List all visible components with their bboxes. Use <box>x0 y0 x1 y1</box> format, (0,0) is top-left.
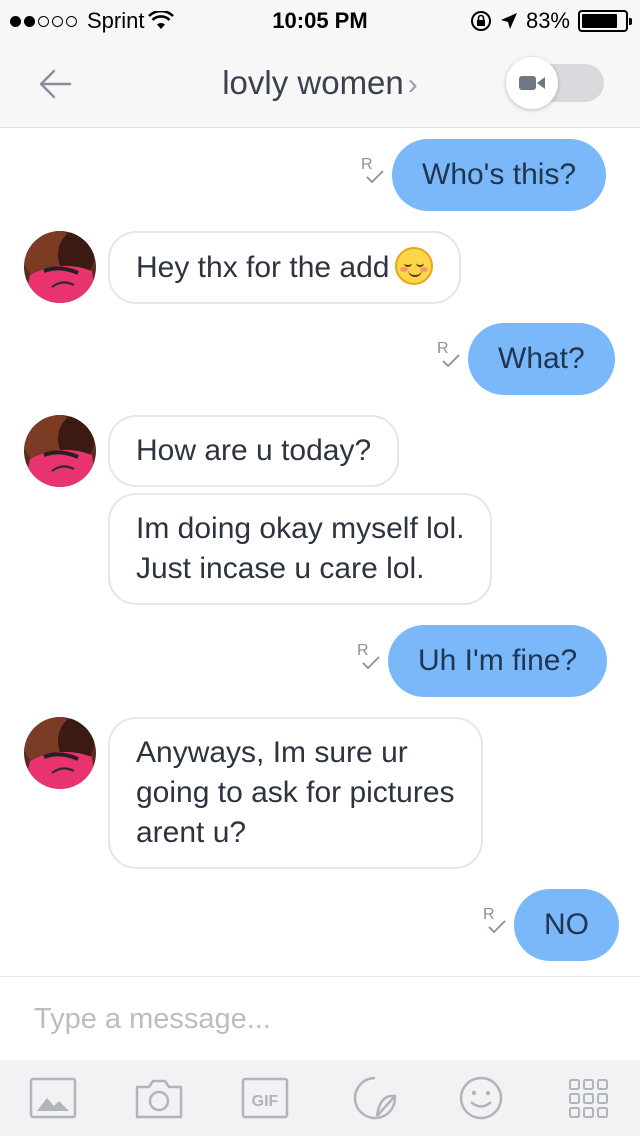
message-bubble-outgoing[interactable]: Uh I'm fine? <box>388 625 608 697</box>
svg-text:R: R <box>357 642 369 659</box>
media-toolbar: GIF <box>0 1060 640 1136</box>
more-apps-button[interactable] <box>564 1074 614 1122</box>
message-text: How are u today? <box>136 434 372 467</box>
image-icon <box>29 1077 77 1119</box>
message-text: Hey thx for the add <box>136 251 390 284</box>
message-bubble-outgoing[interactable]: NO <box>514 889 619 961</box>
smiley-icon <box>459 1076 503 1120</box>
gallery-button[interactable] <box>28 1074 78 1122</box>
toggle-knob <box>506 57 558 109</box>
message-bubble-outgoing[interactable]: What? <box>468 323 615 395</box>
sticker-icon <box>353 1076 397 1120</box>
read-receipt-icon: R <box>437 340 460 368</box>
message-bubble-incoming[interactable]: Hey thx for the add <box>108 231 462 304</box>
read-receipt-icon: R <box>357 642 380 670</box>
blushing-smile-emoji-icon <box>395 247 434 285</box>
camera-icon <box>135 1079 183 1119</box>
message-text: NO <box>544 908 589 941</box>
avatar[interactable] <box>24 231 96 303</box>
message-list[interactable]: R Who's this? Hey thx for the add R What… <box>0 129 640 975</box>
chat-title-text: lovly women <box>222 64 404 101</box>
message-text: Who's this? <box>422 158 577 191</box>
emoji-button[interactable] <box>456 1074 506 1122</box>
message-input[interactable] <box>34 997 594 1041</box>
message-bubble-incoming[interactable]: Im doing okay myself lol. Just incase u … <box>108 493 493 605</box>
read-receipt-icon: R <box>361 156 384 184</box>
message-text-line: arent u? <box>136 816 247 849</box>
read-receipt-icon: R <box>483 906 506 934</box>
video-camera-icon <box>519 76 545 90</box>
message-bubble-outgoing[interactable]: Who's this? <box>392 139 607 211</box>
avatar[interactable] <box>24 717 96 789</box>
svg-text:R: R <box>361 156 373 173</box>
svg-text:GIF: GIF <box>252 1093 279 1110</box>
svg-text:R: R <box>437 340 449 357</box>
video-chat-toggle[interactable] <box>506 57 604 109</box>
gif-icon: GIF <box>241 1077 289 1119</box>
message-text: Uh I'm fine? <box>418 644 578 677</box>
rotation-lock-icon <box>470 11 491 31</box>
battery-percent: 83% <box>525 8 570 33</box>
sticker-button[interactable] <box>350 1074 400 1122</box>
message-text-line: going to ask for pictures <box>136 776 455 809</box>
battery-icon <box>578 10 632 32</box>
composer <box>0 976 640 1060</box>
svg-text:R: R <box>483 906 495 923</box>
status-right: 83% <box>470 8 632 34</box>
chat-header: lovly women › <box>0 40 640 128</box>
chevron-right-icon: › <box>407 68 418 101</box>
message-text-line: Im doing okay myself lol. <box>136 512 465 545</box>
message-text-line: Anyways, Im sure ur <box>136 736 408 769</box>
message-text-line: Just incase u care lol. <box>136 552 425 585</box>
avatar[interactable] <box>24 415 96 487</box>
message-bubble-incoming[interactable]: Anyways, Im sure ur going to ask for pic… <box>108 717 483 869</box>
message-text: What? <box>498 342 585 375</box>
grid-icon <box>569 1079 608 1118</box>
camera-button[interactable] <box>134 1074 184 1122</box>
gif-button[interactable]: GIF <box>240 1074 290 1122</box>
status-bar: Sprint 10:05 PM 83% <box>0 0 640 40</box>
location-arrow-icon <box>500 13 517 29</box>
message-bubble-incoming[interactable]: How are u today? <box>108 415 400 487</box>
